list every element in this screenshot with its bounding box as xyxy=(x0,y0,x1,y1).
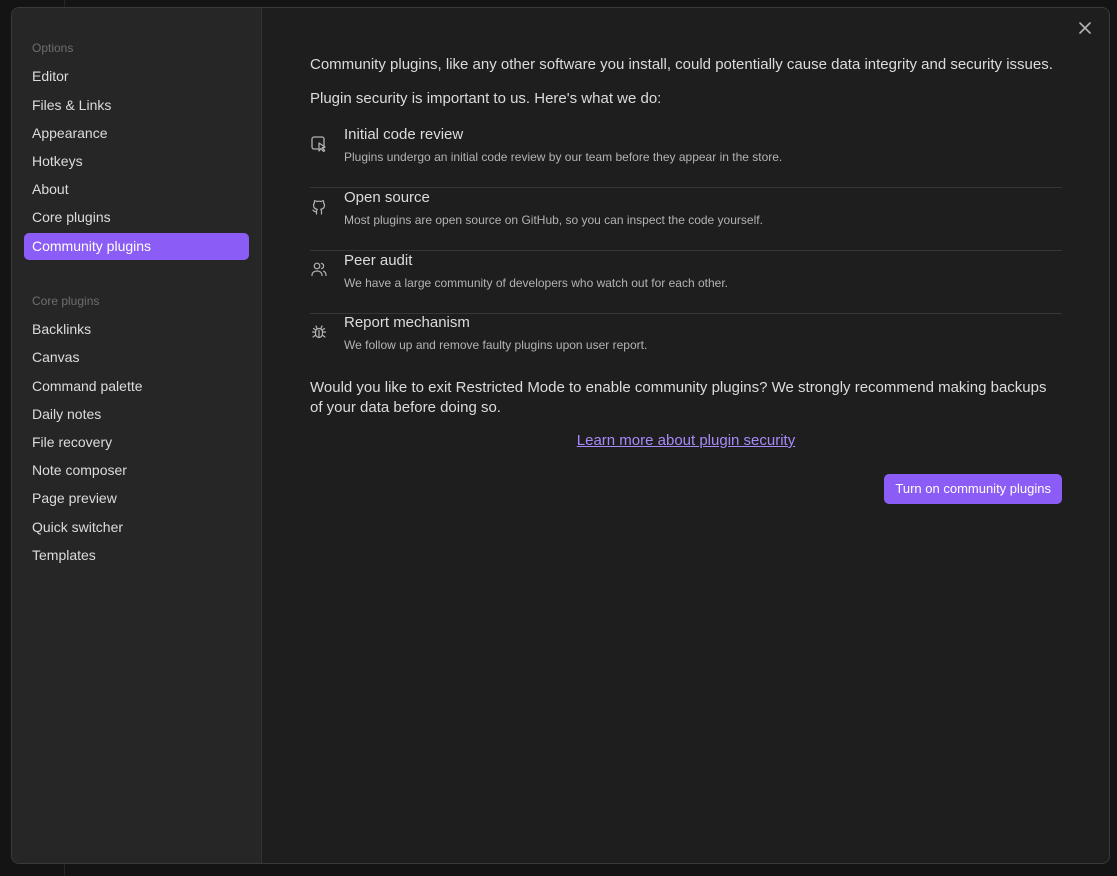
feature-peer-audit: Peer audit We have a large community of … xyxy=(310,252,1062,314)
sidebar-item-editor[interactable]: Editor xyxy=(24,63,249,90)
sidebar-item-command-palette[interactable]: Command palette xyxy=(24,373,249,400)
users-icon xyxy=(311,262,327,277)
feature-report-mechanism: Report mechanism We follow up and remove… xyxy=(310,314,1062,376)
feature-open-source: Open source Most plugins are open source… xyxy=(310,189,1062,251)
feature-title: Peer audit xyxy=(344,252,413,269)
feature-title: Initial code review xyxy=(344,126,464,143)
sidebar-item-daily-notes[interactable]: Daily notes xyxy=(24,401,249,428)
options-heading: Options xyxy=(32,41,74,55)
core-plugins-heading: Core plugins xyxy=(32,294,100,308)
feature-description: Plugins undergo an initial code review b… xyxy=(344,150,783,164)
sidebar-item-templates[interactable]: Templates xyxy=(24,542,249,569)
sidebar-item-hotkeys[interactable]: Hotkeys xyxy=(24,148,249,175)
sidebar-item-page-preview[interactable]: Page preview xyxy=(24,485,249,512)
turn-on-community-plugins-button[interactable]: Turn on community plugins xyxy=(884,474,1062,504)
sidebar-item-appearance[interactable]: Appearance xyxy=(24,120,249,147)
github-icon xyxy=(312,200,326,215)
restricted-mode-question: Would you like to exit Restricted Mode t… xyxy=(310,379,1047,416)
sidebar-item-quick-switcher[interactable]: Quick switcher xyxy=(24,514,249,541)
settings-sidebar: Options Editor Files & Links Appearance … xyxy=(12,8,262,863)
sidebar-item-backlinks[interactable]: Backlinks xyxy=(24,316,249,343)
sidebar-item-file-recovery[interactable]: File recovery xyxy=(24,429,249,456)
sidebar-item-files-links[interactable]: Files & Links xyxy=(24,92,249,119)
settings-modal: Options Editor Files & Links Appearance … xyxy=(11,7,1110,864)
learn-more-link[interactable]: Learn more about plugin security xyxy=(310,432,1062,449)
feature-code-review: Initial code review Plugins undergo an i… xyxy=(310,126,1062,188)
sidebar-item-community-plugins[interactable]: Community plugins xyxy=(24,233,249,260)
sidebar-item-canvas[interactable]: Canvas xyxy=(24,344,249,371)
bug-icon xyxy=(311,325,327,339)
feature-description: We have a large community of developers … xyxy=(344,276,728,290)
code-review-icon xyxy=(311,136,326,153)
security-warning-text: Community plugins, like any other softwa… xyxy=(310,56,1053,73)
security-intro-text: Plugin security is important to us. Here… xyxy=(310,90,662,107)
feature-description: We follow up and remove faulty plugins u… xyxy=(344,338,648,352)
sidebar-item-note-composer[interactable]: Note composer xyxy=(24,457,249,484)
feature-title: Open source xyxy=(344,189,430,206)
sidebar-item-core-plugins[interactable]: Core plugins xyxy=(24,204,249,231)
close-button[interactable] xyxy=(1075,18,1095,38)
feature-description: Most plugins are open source on GitHub, … xyxy=(344,213,763,227)
sidebar-item-about[interactable]: About xyxy=(24,176,249,203)
feature-title: Report mechanism xyxy=(344,314,470,331)
close-icon xyxy=(1079,22,1091,34)
